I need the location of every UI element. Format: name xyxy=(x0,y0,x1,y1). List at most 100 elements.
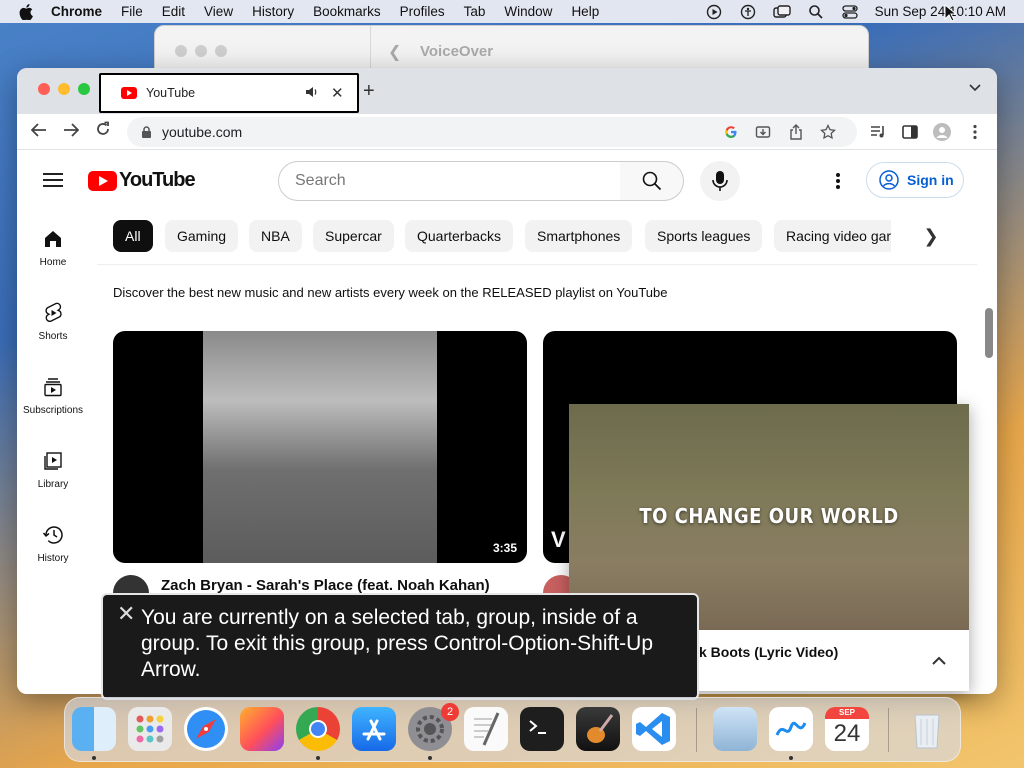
firefox-icon[interactable] xyxy=(240,707,284,751)
spotlight-search-icon[interactable] xyxy=(807,4,825,20)
menu-app-name[interactable]: Chrome xyxy=(51,4,102,19)
sidebar-item-home[interactable]: Home xyxy=(17,227,89,268)
menu-bookmarks[interactable]: Bookmarks xyxy=(313,4,381,19)
speaker-audio-icon[interactable] xyxy=(305,86,319,101)
youtube-favicon-icon xyxy=(121,87,137,99)
play-status-icon[interactable] xyxy=(705,4,723,20)
close-caption-icon[interactable]: ✕ xyxy=(117,601,135,627)
control-center-icon[interactable] xyxy=(841,4,859,20)
chrome-menu-icon[interactable] xyxy=(966,123,984,141)
install-app-icon[interactable] xyxy=(755,124,771,140)
tab-title: YouTube xyxy=(146,86,196,100)
apple-menu-icon[interactable] xyxy=(19,3,33,20)
app-store-icon[interactable] xyxy=(352,707,396,751)
finder-icon[interactable] xyxy=(72,707,116,751)
bookmark-star-icon[interactable] xyxy=(820,124,836,140)
profile-avatar-icon[interactable] xyxy=(933,123,951,141)
garageband-icon[interactable] xyxy=(576,707,620,751)
tab-youtube[interactable]: YouTube ✕ xyxy=(99,73,359,113)
voiceover-window: ❮ VoiceOver xyxy=(154,25,869,71)
close-tab-icon[interactable]: ✕ xyxy=(331,84,345,102)
chevron-up-icon[interactable] xyxy=(931,654,947,666)
zoom-window-button[interactable] xyxy=(215,45,227,57)
side-panel-icon[interactable] xyxy=(901,123,919,141)
menu-view[interactable]: View xyxy=(204,4,233,19)
back-chevron-icon[interactable]: ❮ xyxy=(388,42,401,62)
tab-search-chevron-icon[interactable] xyxy=(969,83,981,95)
running-indicator xyxy=(92,756,96,760)
preview-icon[interactable] xyxy=(713,707,757,751)
settings-kebab-icon[interactable] xyxy=(833,169,843,193)
share-icon[interactable] xyxy=(788,124,804,140)
screen-mirroring-icon[interactable] xyxy=(772,4,791,20)
sidebar-item-history[interactable]: History xyxy=(17,523,89,564)
google-lens-icon[interactable] xyxy=(723,124,739,140)
textedit-icon[interactable] xyxy=(464,707,508,751)
dock-separator xyxy=(888,708,889,752)
chip-smartphones[interactable]: Smartphones xyxy=(525,220,633,252)
sidebar-item-subscriptions[interactable]: Subscriptions xyxy=(17,375,89,416)
safari-icon[interactable] xyxy=(184,707,228,751)
new-tab-button[interactable]: + xyxy=(363,80,375,103)
youtube-logo[interactable]: YouTube xyxy=(88,169,196,192)
lock-icon[interactable] xyxy=(141,126,152,138)
media-controls-icon[interactable] xyxy=(869,123,887,141)
chip-racing-video-games[interactable]: Racing video gar xyxy=(774,220,891,252)
back-button[interactable] xyxy=(23,121,55,142)
page-scrollbar[interactable] xyxy=(985,308,993,358)
menu-history[interactable]: History xyxy=(252,4,294,19)
voiceover-status-icon[interactable] xyxy=(739,4,757,20)
trash-icon[interactable] xyxy=(905,707,949,751)
sidebar-item-label: Home xyxy=(39,257,67,268)
chip-gaming[interactable]: Gaming xyxy=(165,220,239,252)
forward-button[interactable] xyxy=(55,121,87,142)
minimize-window-button[interactable] xyxy=(58,83,70,95)
chip-supercar[interactable]: Supercar xyxy=(313,220,394,252)
menu-window[interactable]: Window xyxy=(504,4,552,19)
sidebar-item-shorts[interactable]: Shorts xyxy=(17,301,89,342)
voiceover-window-title: VoiceOver xyxy=(420,43,494,60)
preview-video-title[interactable]: ork Boots (Lyric Video) xyxy=(685,644,838,660)
notification-badge: 2 xyxy=(441,703,459,721)
chips-next-chevron-icon[interactable]: ❯ xyxy=(915,220,947,252)
launchpad-icon[interactable] xyxy=(128,707,172,751)
menu-help[interactable]: Help xyxy=(571,4,599,19)
terminal-icon[interactable] xyxy=(520,707,564,751)
video-thumbnail[interactable]: 3:35 xyxy=(113,331,527,563)
chip-sports-leagues[interactable]: Sports leagues xyxy=(645,220,763,252)
sign-in-button[interactable]: Sign in xyxy=(866,162,964,198)
address-bar[interactable]: youtube.com xyxy=(127,117,857,147)
chrome-icon[interactable] xyxy=(296,707,340,751)
mini-guide-sidebar: Home Shorts Subscriptions Library Histor… xyxy=(17,209,97,694)
vscode-icon[interactable] xyxy=(632,707,676,751)
freeform-icon[interactable] xyxy=(769,707,813,751)
guide-menu-icon[interactable] xyxy=(43,173,63,187)
menubar-clock[interactable]: Sun Sep 24 10:10 AM xyxy=(875,4,1006,19)
playlist-description: Discover the best new music and new arti… xyxy=(113,285,668,300)
video-title[interactable]: Zach Bryan - Sarah's Place (feat. Noah K… xyxy=(161,577,490,594)
chip-all[interactable]: All xyxy=(113,220,153,252)
mouse-cursor-icon xyxy=(944,3,958,27)
calendar-month: SEP xyxy=(825,707,869,719)
sidebar-item-label: History xyxy=(37,553,69,564)
chip-nba[interactable]: NBA xyxy=(249,220,302,252)
voice-search-button[interactable] xyxy=(700,161,740,201)
menu-tab[interactable]: Tab xyxy=(464,4,486,19)
chip-quarterbacks[interactable]: Quarterbacks xyxy=(405,220,514,252)
search-button[interactable] xyxy=(620,161,684,201)
reload-button[interactable] xyxy=(87,121,119,142)
zoom-window-button[interactable] xyxy=(78,83,90,95)
close-window-button[interactable] xyxy=(175,45,187,57)
menu-profiles[interactable]: Profiles xyxy=(400,4,445,19)
close-window-button[interactable] xyxy=(38,83,50,95)
minimize-window-button[interactable] xyxy=(195,45,207,57)
url-text[interactable]: youtube.com xyxy=(162,124,242,140)
calendar-icon[interactable]: SEP 24 xyxy=(825,707,869,751)
lyric-caption: TO CHANGE OUR WORLD xyxy=(639,504,899,528)
menu-file[interactable]: File xyxy=(121,4,143,19)
running-indicator xyxy=(428,756,432,760)
menu-edit[interactable]: Edit xyxy=(162,4,185,19)
sidebar-item-library[interactable]: Library xyxy=(17,449,89,490)
dock: SEP 24 xyxy=(64,697,961,762)
search-input[interactable]: Search xyxy=(278,161,621,201)
